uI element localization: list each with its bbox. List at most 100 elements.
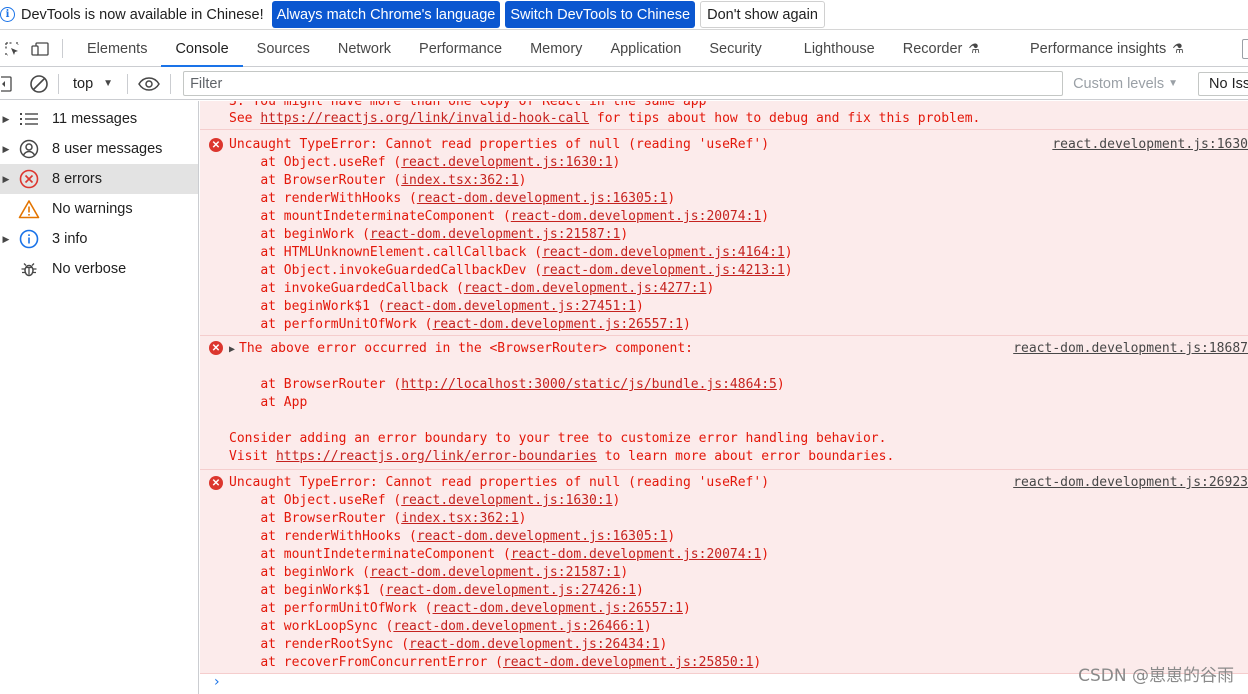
tab-console[interactable]: Console (161, 31, 243, 67)
stack-location-link[interactable]: http://localhost:3000/static/js/bundle.j… (401, 377, 777, 392)
text-segment: for tips about how to debug and fix this… (589, 111, 981, 126)
stack-frame: at BrowserRouter (index.tsx:362:1) (260, 511, 527, 526)
stack-fn: beginWork (283, 565, 355, 580)
tab-security[interactable]: Security (695, 31, 775, 66)
console-sidebar: ▶ 11 messages ▶ 8 user messages ▶ 8 erro… (0, 101, 199, 694)
inspect-element-icon[interactable] (0, 31, 24, 66)
stack-location-link[interactable]: react-dom.development.js:27451:1 (386, 299, 636, 314)
stack-location-link[interactable]: react-dom.development.js:26557:1 (433, 601, 683, 616)
more-tabs-icon[interactable] (1242, 39, 1248, 59)
stack-location-link[interactable]: react-dom.development.js:26434:1 (409, 637, 659, 652)
sidebar-item-messages[interactable]: ▶ 11 messages (0, 104, 198, 134)
expand-triangle-icon[interactable]: ▶ (0, 234, 12, 245)
tab-performance[interactable]: Performance (405, 31, 516, 66)
sidebar-item-user-messages[interactable]: ▶ 8 user messages (0, 134, 198, 164)
sidebar-item-warnings[interactable]: No warnings (0, 194, 198, 224)
live-expression-eye-icon[interactable] (136, 73, 162, 95)
stack-fn: mountIndeterminateComponent (283, 547, 496, 562)
sidebar-item-errors[interactable]: ▶ 8 errors (0, 164, 198, 194)
stack-location-link[interactable]: react-dom.development.js:16305:1 (417, 529, 667, 544)
always-match-language-button[interactable]: Always match Chrome's language (271, 1, 501, 28)
source-link[interactable]: react.development.js:1630 (1052, 136, 1248, 154)
stack-frame: at renderWithHooks (react-dom.developmen… (260, 529, 676, 544)
at-keyword: at (260, 317, 276, 332)
tab-elements[interactable]: Elements (73, 31, 161, 66)
error-heading-text: The above error occurred in the <Browser… (239, 341, 693, 356)
tab-network[interactable]: Network (324, 31, 405, 66)
stack-frame: at Object.useRef (react.development.js:1… (260, 493, 621, 508)
sidebar-item-verbose[interactable]: No verbose (0, 254, 198, 284)
stack-location-link[interactable]: react-dom.development.js:26557:1 (433, 317, 683, 332)
stack-location-link[interactable]: index.tsx:362:1 (401, 173, 518, 188)
console-output: 3. You might have more than one copy of … (200, 101, 1248, 694)
at-keyword: at (260, 601, 276, 616)
at-keyword: at (260, 395, 276, 410)
expand-triangle-icon[interactable]: ▶ (229, 344, 235, 355)
log-levels-dropdown[interactable]: Custom levels ▼ (1073, 76, 1178, 92)
tab-lighthouse[interactable]: Lighthouse (776, 31, 889, 66)
flask-icon: ⚗ (1172, 40, 1184, 56)
stack-frame: at BrowserRouter (index.tsx:362:1) (260, 173, 527, 188)
at-keyword: at (260, 619, 276, 634)
tab-performance-insights[interactable]: Performance insights ⚗ (994, 31, 1198, 66)
source-link[interactable]: react-dom.development.js:18687 (1013, 340, 1248, 358)
tab-recorder[interactable]: Recorder ⚗ (889, 31, 994, 66)
tab-application[interactable]: Application (596, 31, 695, 66)
user-icon (18, 138, 40, 160)
stack-frame: at BrowserRouter (http://localhost:3000/… (260, 377, 785, 392)
stack-fn: BrowserRouter (283, 377, 386, 392)
device-toolbar-icon[interactable] (28, 31, 52, 66)
filter-input[interactable]: Filter (183, 71, 1064, 96)
dont-show-again-button[interactable]: Don't show again (700, 1, 825, 28)
stack-location-link[interactable]: index.tsx:362:1 (401, 511, 518, 526)
expand-triangle-icon[interactable]: ▶ (0, 114, 12, 125)
stack-frame: at invokeGuardedCallback (react-dom.deve… (260, 281, 715, 296)
list-icon (18, 108, 40, 130)
at-keyword: at (260, 191, 276, 206)
stack-location-link[interactable]: react-dom.development.js:4277:1 (464, 281, 707, 296)
text-segment: Visit (229, 449, 276, 464)
stack-location-link[interactable]: react-dom.development.js:16305:1 (417, 191, 667, 206)
at-keyword: at (260, 529, 276, 544)
stack-location-link[interactable]: react-dom.development.js:21587:1 (370, 565, 620, 580)
stack-frame: at beginWork (react-dom.development.js:2… (260, 565, 629, 580)
stack-location-link[interactable]: react-dom.development.js:4164:1 (542, 245, 785, 260)
at-keyword: at (260, 377, 276, 392)
stack-location-link[interactable]: react.development.js:1630:1 (401, 493, 612, 508)
stack-location-link[interactable]: react-dom.development.js:27426:1 (386, 583, 636, 598)
sidebar-item-info[interactable]: ▶ 3 info (0, 224, 198, 254)
warning-icon (18, 198, 40, 220)
issues-button[interactable]: No Issues (1198, 72, 1248, 96)
stack-location-link[interactable]: react-dom.development.js:20074:1 (511, 209, 761, 224)
at-keyword: at (260, 227, 276, 242)
switch-to-chinese-button[interactable]: Switch DevTools to Chinese (505, 1, 696, 28)
stack-location-link[interactable]: react-dom.development.js:20074:1 (511, 547, 761, 562)
stack-location-link[interactable]: react-dom.development.js:26466:1 (393, 619, 643, 634)
clear-console-icon[interactable] (28, 73, 50, 95)
source-link[interactable]: react-dom.development.js:26923 (1013, 474, 1248, 492)
stack-location-link[interactable]: react-dom.development.js:25850:1 (503, 655, 753, 670)
tab-sources[interactable]: Sources (243, 31, 324, 66)
info-icon: i (0, 7, 15, 22)
stack-location-link[interactable]: react-dom.development.js:21587:1 (370, 227, 620, 242)
stack-location-link[interactable]: react.development.js:1630:1 (401, 155, 612, 170)
stack-frame: at workLoopSync (react-dom.development.j… (260, 619, 652, 634)
expand-triangle-icon[interactable]: ▶ (0, 144, 12, 155)
at-keyword: at (260, 299, 276, 314)
context-selector[interactable]: top ▼ (67, 76, 119, 92)
expand-triangle-icon[interactable]: ▶ (0, 174, 12, 185)
stack-fn: invokeGuardedCallback (283, 281, 449, 296)
tab-memory[interactable]: Memory (516, 31, 596, 66)
console-toolbar: top▼ Filter Custom levels▼ No Issues (0, 68, 1248, 100)
error-boundaries-link[interactable]: https://reactjs.org/link/error-boundarie… (276, 449, 597, 464)
stack-location-link[interactable]: react-dom.development.js:4213:1 (542, 263, 785, 278)
console-prompt-icon[interactable]: › (214, 674, 220, 690)
sidebar-toggle-icon[interactable] (0, 73, 14, 95)
stack-frame: at mountIndeterminateComponent (react-do… (260, 209, 770, 224)
stack-frame: at performUnitOfWork (react-dom.developm… (260, 317, 691, 332)
invalid-hook-call-link[interactable]: https://reactjs.org/link/invalid-hook-ca… (260, 111, 589, 126)
stack-fn: renderWithHooks (283, 529, 402, 544)
stack-frame: at Object.useRef (react.development.js:1… (260, 155, 621, 170)
